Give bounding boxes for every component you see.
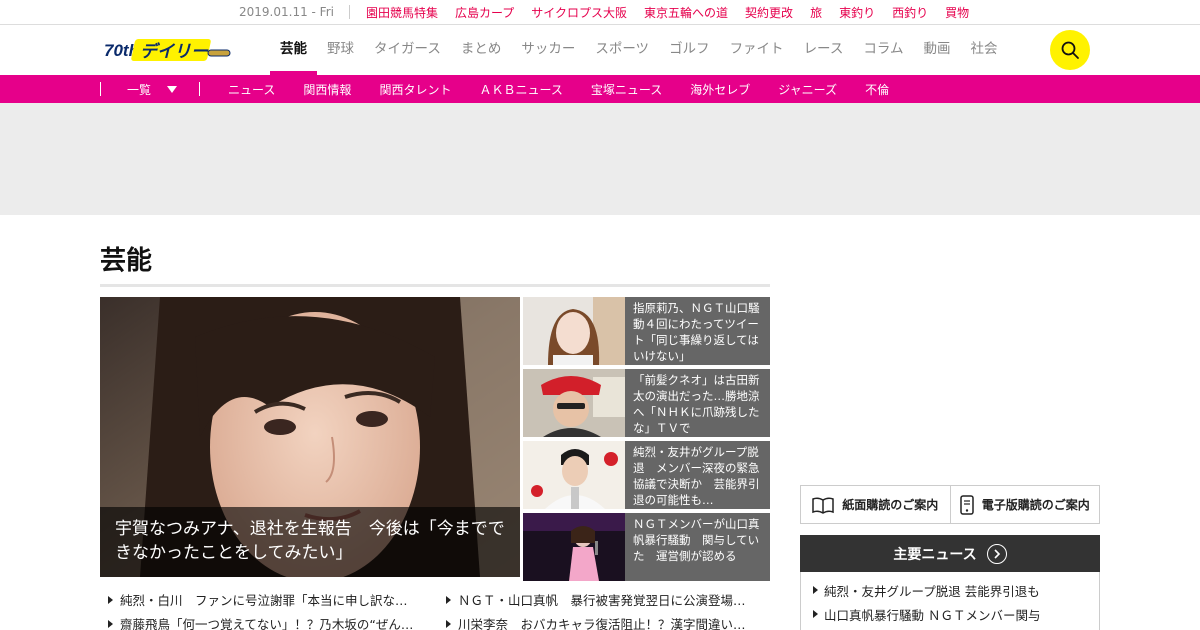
- site-header: 70th デイリー 芸能 野球 タイガース まとめ サッカー スポーツ ゴルフ …: [0, 25, 1200, 75]
- subnav-item-akb[interactable]: ＡＫＢニュース: [479, 81, 562, 98]
- logo-graphic: 70th デイリー: [104, 39, 231, 62]
- main-content: 芸能 宇賀なつみアナ、退社を生報告 今後は「今までできなかったことをしてみたい」…: [0, 215, 1200, 630]
- subnav-item-affair[interactable]: 不倫: [865, 81, 889, 98]
- side-story-headline: 純烈・友井がグループ脱退 メンバー深夜の緊急協議で決断か 芸能界引退の可能性も…: [633, 445, 760, 507]
- nav-item-column[interactable]: コラム: [853, 25, 913, 75]
- arrow-right-icon: [108, 595, 113, 604]
- ad-banner-area: [0, 103, 1200, 215]
- arrow-right-icon: [446, 595, 451, 604]
- nav-item-golf[interactable]: ゴルフ: [659, 25, 720, 75]
- major-news-item-text: 純烈・友井グループ脱退 芸能界引退も: [824, 583, 1040, 599]
- list-item[interactable]: 純烈・白川 ファンに号泣謝罪「本当に申し訳な…: [108, 590, 408, 609]
- list-item[interactable]: 川栄李奈 おバカキャラ復活阻止！？漢字間違い…: [446, 614, 746, 630]
- arrow-right-icon: [813, 586, 818, 594]
- top-strip: 2019.01.11 - Fri 園田競馬特集 広島カープ サイクロプス大阪 東…: [0, 0, 1200, 25]
- search-button[interactable]: [1050, 30, 1090, 70]
- list-item[interactable]: 純烈・友井グループ脱退 芸能界引退も: [801, 578, 1099, 602]
- paper-subscription-button[interactable]: 紙面購読のご案内: [801, 486, 950, 523]
- nav-item-fight[interactable]: ファイト: [720, 25, 794, 75]
- side-story-thumbnail: [523, 369, 625, 437]
- subnav-item-celeb[interactable]: 海外セレブ: [690, 81, 750, 98]
- side-story[interactable]: 純烈・友井がグループ脱退 メンバー深夜の緊急協議で決断か 芸能界引退の可能性も…: [523, 441, 770, 509]
- title-divider: [100, 284, 770, 287]
- headline-text: 純烈・白川 ファンに号泣謝罪「本当に申し訳な…: [120, 593, 408, 608]
- top-link[interactable]: 広島カープ: [455, 4, 514, 21]
- nav-item-summary[interactable]: まとめ: [451, 25, 512, 75]
- main-nav: 芸能 野球 タイガース まとめ サッカー スポーツ ゴルフ ファイト レース コ…: [270, 25, 1008, 75]
- divider: [100, 82, 101, 96]
- chevron-right-icon: [986, 543, 1007, 564]
- top-link[interactable]: 園田競馬特集: [366, 4, 438, 21]
- list-item[interactable]: ＮＧＴ・山口真帆 暴行被害発覚翌日に公演登場…: [446, 590, 746, 609]
- major-news-title: 主要ニュース: [893, 546, 977, 563]
- side-story-thumbnail: [523, 297, 625, 365]
- sub-nav: 一覧 ニュース 関西情報 関西タレント ＡＫＢニュース 宝塚ニュース 海外セレブ…: [0, 75, 1200, 103]
- nav-item-soccer[interactable]: サッカー: [511, 25, 585, 75]
- subnav-item-news[interactable]: ニュース: [228, 81, 275, 98]
- logo-wordmark: デイリー: [140, 42, 209, 62]
- nav-item-video[interactable]: 動画: [914, 25, 961, 75]
- list-item[interactable]: 山口真帆暴行騒動 ＮＧＴメンバー関与: [801, 602, 1099, 626]
- nav-item-entertainment[interactable]: 芸能: [270, 25, 317, 75]
- arrow-right-icon: [108, 619, 113, 628]
- subnav-item-kansai-info[interactable]: 関西情報: [303, 81, 351, 98]
- chevron-down-icon: [167, 85, 178, 93]
- side-story[interactable]: 「前髪クネオ」は古田新太の演出だった…勝地涼へ「ＮＨＫに爪跡残したな」ＴＶで: [523, 369, 770, 437]
- book-icon: [812, 496, 834, 514]
- current-date: 2019.01.11 - Fri: [239, 5, 350, 19]
- headline-text: 川栄李奈 おバカキャラ復活阻止！？漢字間違い…: [458, 617, 746, 630]
- main-story-caption: 宇賀なつみアナ、退社を生報告 今後は「今までできなかったことをしてみたい」: [100, 507, 520, 577]
- search-icon: [1061, 41, 1079, 59]
- nav-item-race[interactable]: レース: [794, 25, 854, 75]
- major-news-item-text: 山口真帆暴行騒動 ＮＧＴメンバー関与: [824, 607, 1041, 623]
- major-news-panel: 主要ニュース 純烈・友井グループ脱退 芸能界引退も 山口真帆暴行騒動 ＮＧＴメン…: [800, 535, 1100, 630]
- headline-text: ＮＧＴ・山口真帆 暴行被害発覚翌日に公演登場…: [458, 593, 746, 608]
- divider: [199, 82, 201, 96]
- list-item[interactable]: 齋藤飛鳥「何一つ覚えてない」！？乃木坂の“ぜん…: [108, 614, 413, 630]
- side-story-headline: 指原莉乃、ＮＧＴ山口騒動４回にわたってツイート「同じ事繰り返してはいけない」: [633, 301, 760, 363]
- side-story-headline: 「前髪クネオ」は古田新太の演出だった…勝地涼へ「ＮＨＫに爪跡残したな」ＴＶで: [633, 373, 760, 435]
- nav-item-tigers[interactable]: タイガース: [364, 25, 451, 75]
- top-link[interactable]: 東京五輪への道: [644, 4, 728, 21]
- nav-item-baseball[interactable]: 野球: [317, 25, 364, 75]
- subnav-item-kansai-talent[interactable]: 関西タレント: [379, 81, 451, 98]
- top-link[interactable]: サイクロプス大阪: [531, 4, 627, 21]
- side-story-thumbnail: [523, 513, 625, 581]
- side-story[interactable]: 指原莉乃、ＮＧＴ山口騒動４回にわたってツイート「同じ事繰り返してはいけない」: [523, 297, 770, 365]
- subscription-box: 紙面購読のご案内 電子版購読のご案内: [800, 485, 1100, 524]
- arrow-right-icon: [813, 610, 818, 618]
- top-link[interactable]: 西釣り: [892, 4, 928, 21]
- page-title: 芸能: [100, 246, 153, 276]
- top-link[interactable]: 契約更改: [745, 4, 793, 21]
- digital-subscription-button[interactable]: 電子版購読のご案内: [949, 486, 1100, 523]
- smartphone-icon: [959, 494, 974, 515]
- arrow-right-icon: [446, 619, 451, 628]
- top-link[interactable]: 買物: [945, 4, 969, 21]
- side-story-thumbnail: [523, 441, 625, 509]
- digital-subscription-label: 電子版購読のご案内: [981, 498, 1090, 512]
- paper-subscription-label: 紙面購読のご案内: [842, 498, 939, 512]
- main-story[interactable]: 宇賀なつみアナ、退社を生報告 今後は「今までできなかったことをしてみたい」: [100, 297, 520, 577]
- list-toggle-button[interactable]: 一覧: [127, 81, 178, 98]
- top-link[interactable]: 旅: [810, 4, 822, 21]
- list-toggle-label: 一覧: [127, 82, 152, 97]
- side-story-headline: ＮＧＴメンバーが山口真帆暴行騒動 関与していた 運営側が認める: [633, 517, 760, 563]
- top-link[interactable]: 東釣り: [839, 4, 875, 21]
- subnav-item-takarazuka[interactable]: 宝塚ニュース: [591, 81, 662, 98]
- subnav-item-johnnys[interactable]: ジャニーズ: [778, 81, 837, 98]
- major-news-list: 純烈・友井グループ脱退 芸能界引退も 山口真帆暴行騒動 ＮＧＴメンバー関与: [800, 572, 1100, 630]
- side-story[interactable]: ＮＧＴメンバーが山口真帆暴行騒動 関与していた 運営側が認める: [523, 513, 770, 581]
- nav-item-sports[interactable]: スポーツ: [585, 25, 659, 75]
- headline-text: 齋藤飛鳥「何一つ覚えてない」！？乃木坂の“ぜん…: [120, 617, 414, 630]
- nav-item-society[interactable]: 社会: [961, 25, 1008, 75]
- site-logo[interactable]: 70th デイリー: [104, 36, 234, 64]
- major-news-header[interactable]: 主要ニュース: [800, 535, 1100, 572]
